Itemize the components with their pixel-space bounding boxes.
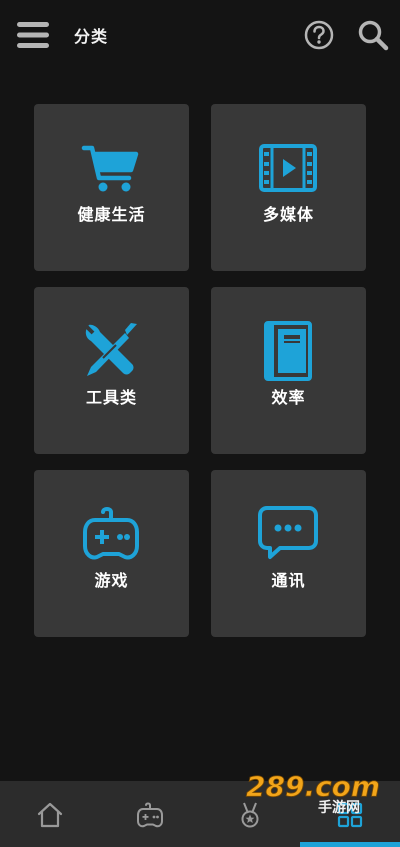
category-tile-communication[interactable]: 通讯 xyxy=(211,470,366,637)
category-label: 游戏 xyxy=(94,571,129,590)
nav-item-games[interactable] xyxy=(100,781,200,847)
svg-text:手游网: 手游网 xyxy=(318,799,360,816)
svg-text:289.com: 289.com xyxy=(246,770,380,803)
help-button[interactable] xyxy=(303,19,335,51)
category-tile-multimedia[interactable]: 多媒体 xyxy=(211,104,366,271)
category-tile-tools[interactable]: 工具类 xyxy=(34,287,189,454)
top-app-bar: 分类 xyxy=(0,0,400,70)
category-label: 多媒体 xyxy=(262,205,314,224)
category-tile-efficiency[interactable]: 效率 xyxy=(211,287,366,454)
category-label: 通讯 xyxy=(271,571,306,590)
category-tile-health-life[interactable]: 健康生活 xyxy=(34,104,189,271)
gamepad-icon xyxy=(83,507,139,560)
active-tab-indicator xyxy=(300,842,400,847)
gamepad-icon xyxy=(137,802,163,828)
category-label: 效率 xyxy=(271,388,306,407)
video-film-icon xyxy=(259,144,317,192)
category-label: 工具类 xyxy=(85,388,137,407)
tools-wrench-icon xyxy=(85,323,137,376)
chat-bubble-icon xyxy=(258,506,318,559)
nav-item-home[interactable] xyxy=(0,781,100,847)
site-watermark: 289.com 手游网 xyxy=(246,770,380,816)
menu-button[interactable] xyxy=(16,20,50,50)
page-title: 分类 xyxy=(74,27,109,46)
search-button[interactable] xyxy=(356,18,390,52)
category-label: 健康生活 xyxy=(77,205,146,224)
notebook-icon xyxy=(264,321,312,381)
category-screen: 分类 健康生活 多媒体 工具类 效率 游戏 通讯 289.com 手游网 xyxy=(0,0,400,847)
help-circle-icon xyxy=(304,20,334,50)
hamburger-menu-icon xyxy=(17,22,49,48)
search-icon xyxy=(358,20,389,51)
category-tile-games[interactable]: 游戏 xyxy=(34,470,189,637)
home-icon xyxy=(37,802,63,828)
shopping-cart-icon xyxy=(81,145,139,192)
